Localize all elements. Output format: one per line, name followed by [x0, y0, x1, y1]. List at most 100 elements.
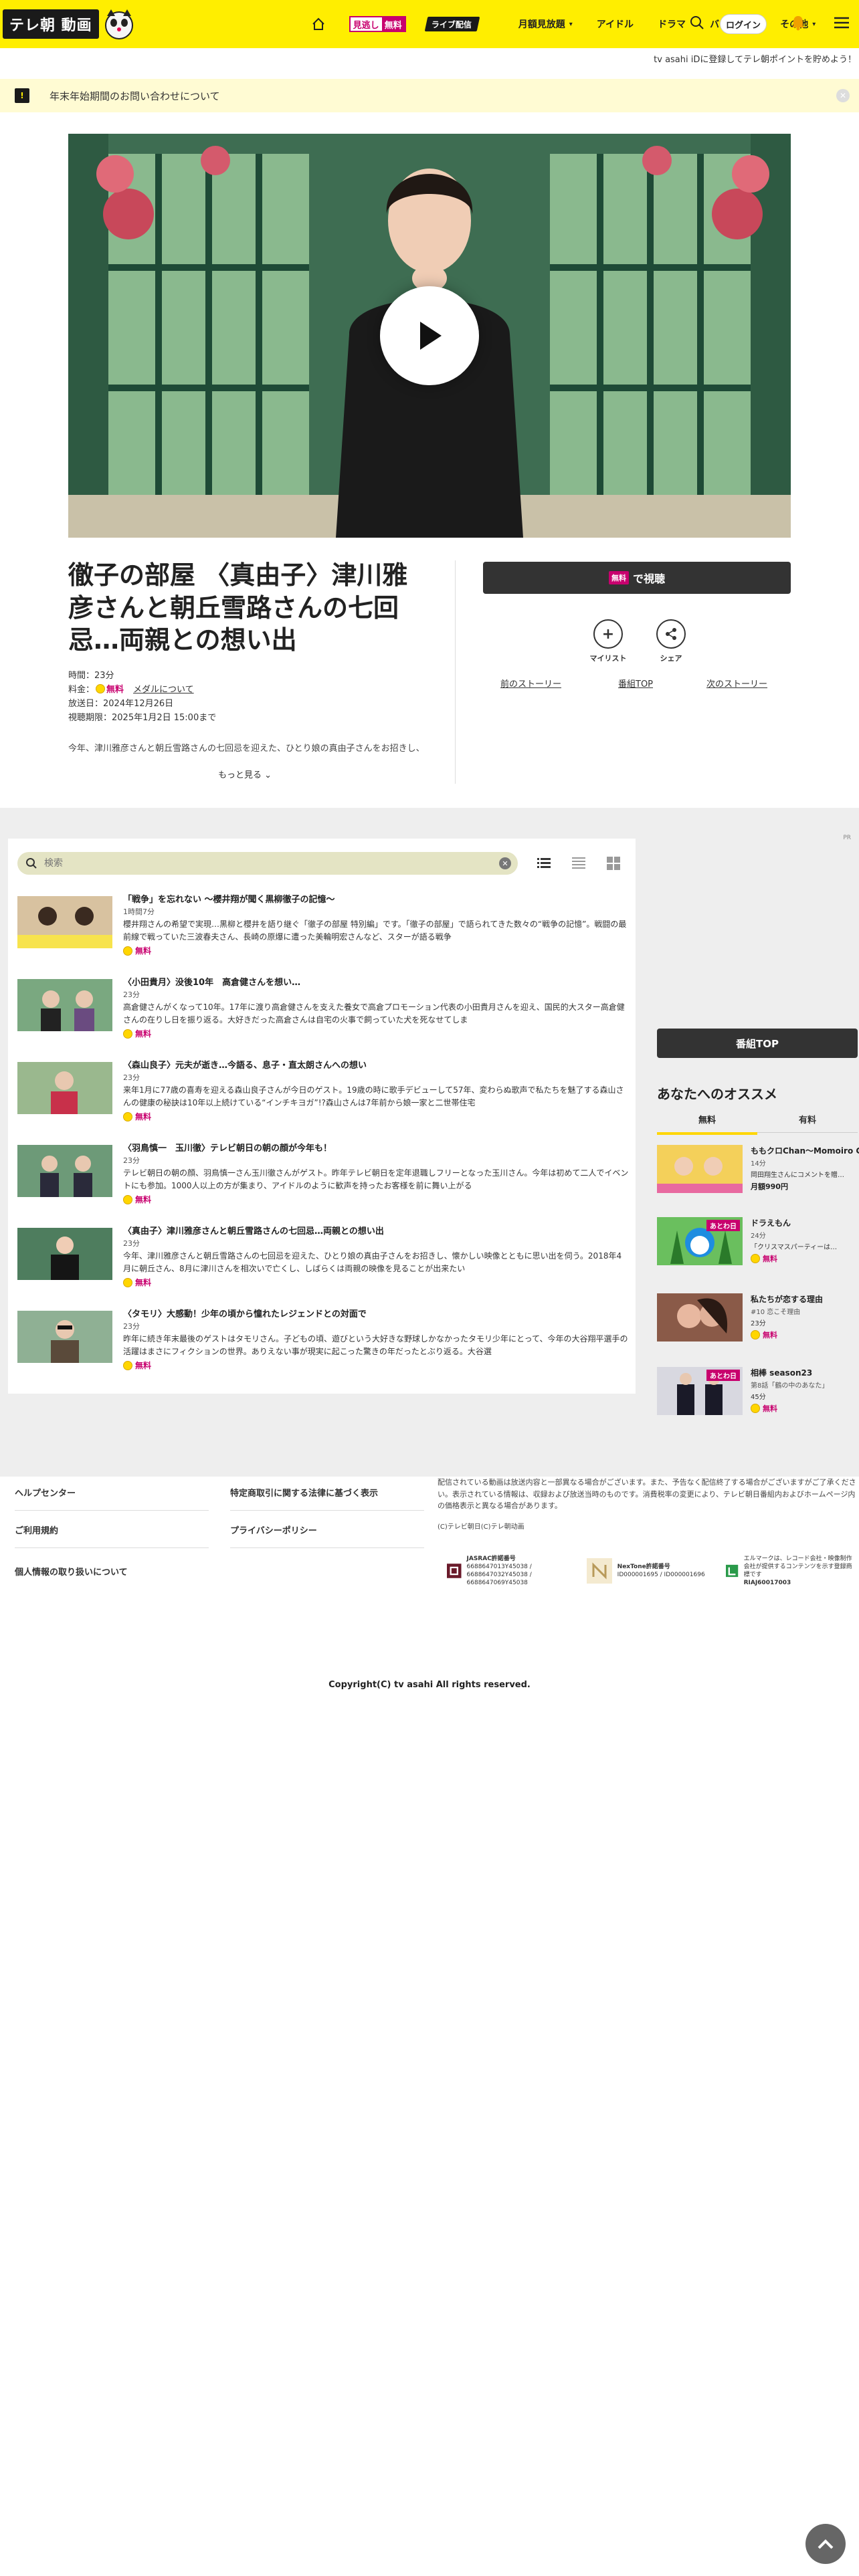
episode-thumbnail[interactable]	[17, 1145, 112, 1197]
recommendation-item[interactable]: あとわ日 相棒 season23 第8話「鶴の中のあなた」 45分 無料	[657, 1367, 858, 1420]
divider	[15, 1547, 209, 1548]
coin-icon	[123, 946, 132, 956]
more-button[interactable]: もっと見る ⌄	[218, 768, 272, 780]
login-button[interactable]: ログイン	[720, 14, 767, 34]
recommendation-price: 無料	[751, 1403, 859, 1414]
episode-row-title[interactable]: 「戦争」を忘れない ～櫻井翔が聞く黒柳徹子の記憶～	[123, 892, 629, 905]
recommendation-thumbnail: あとわ日	[657, 1367, 743, 1415]
coin-icon	[123, 1277, 132, 1287]
chevron-up-icon	[818, 2539, 834, 2549]
episode-row-title[interactable]: 〈森山良子〉元夫が逝き…今語る、息子・直太朗さんへの想い	[123, 1058, 629, 1071]
episode-thumbnail[interactable]	[17, 1062, 112, 1114]
commerce-law-link[interactable]: 特定商取引に関する法律に基づく表示	[230, 1486, 378, 1499]
compact-view-icon[interactable]	[571, 856, 586, 871]
notice-text[interactable]: 年末年始期間のお問い合わせについて	[50, 89, 220, 103]
prev-story-link[interactable]: 前のストーリー	[500, 677, 561, 689]
episode-row[interactable]: 〈タモリ〉大感動！少年の頃から憧れたレジェンドとの対面で 23分 昨年に続き年末…	[17, 1307, 629, 1374]
episode-row-summary: 高倉健さんがくなって10年。17年に渡り高倉健さんを支えた養女で高倉プロモーショ…	[123, 1002, 625, 1025]
recommendation-title: ももクロChan～Momoiro Clover Z Channel～	[751, 1146, 859, 1156]
live-badge[interactable]: ライブ配信	[424, 17, 480, 31]
recommendation-thumbnail: あとわ日	[657, 1217, 743, 1265]
tab-paid[interactable]: 有料	[757, 1113, 858, 1133]
episode-row-title[interactable]: 〈タモリ〉大感動！少年の頃から憧れたレジェンドとの対面で	[123, 1307, 629, 1319]
help-center-link[interactable]: ヘルプセンター	[15, 1486, 76, 1499]
episode-row-title[interactable]: 〈真由子〉津川雅彦さんと朝丘雪路さんの七回忌…両親との想い出	[123, 1224, 629, 1237]
home-icon[interactable]	[305, 11, 332, 37]
bell-icon[interactable]	[791, 15, 805, 33]
nextone-license: NexTone許諾番号 ID000001695 / ID000001696	[586, 1558, 717, 1584]
logo[interactable]: テレ朝 動画	[0, 0, 136, 48]
menu-icon[interactable]	[834, 16, 850, 32]
privacy-handling-link[interactable]: 個人情報の取り扱いについて	[15, 1565, 128, 1578]
play-icon	[420, 322, 442, 350]
episode-row-title[interactable]: 〈小田貴月〉没後10年 高倉健さんを想い…	[123, 975, 629, 988]
episode-row[interactable]: 「戦争」を忘れない ～櫻井翔が聞く黒柳徹子の記憶～ 1時間7分 櫻井翔さんの希望…	[17, 892, 629, 959]
list-view-icon[interactable]	[537, 856, 551, 871]
nav-idol[interactable]: アイドル	[597, 17, 634, 31]
episode-row[interactable]: 〈小田貴月〉没後10年 高倉健さんを想い… 23分 高倉健さんがくなって10年。…	[17, 975, 629, 1042]
search-bar[interactable]: ✕	[17, 852, 518, 875]
episode-row-price: 無料	[123, 1277, 629, 1288]
episode-thumbnail[interactable]	[17, 1228, 112, 1280]
share-icon	[656, 619, 686, 649]
notice-bar[interactable]: ! 年末年始期間のお問い合わせについて ✕	[0, 79, 859, 112]
coin-icon	[123, 1360, 132, 1370]
episode-meta: 時間：23分 料金： 無料 メダルについて 放送日：2024年12月26日 視聴期限…	[68, 669, 216, 725]
recommendation-item[interactable]: ももクロChan～Momoiro Clover Z Channel～ 14分 岡…	[657, 1145, 859, 1198]
search-input[interactable]	[43, 857, 444, 869]
episode-thumbnail[interactable]	[17, 979, 112, 1031]
episode-row-summary: 櫻井翔さんの希望で実現…黒柳と櫻井を語り継ぐ「徹子の部屋 特別編」です。「徹子の…	[123, 920, 627, 942]
tab-free[interactable]: 無料	[657, 1113, 757, 1135]
price-row: 料金： 無料 メダルについて	[68, 684, 194, 695]
divider	[455, 560, 456, 784]
license-box: JASRAC許諾番号 6688647013Y45038 / 6688647032Y…	[438, 1546, 856, 1596]
recommendation-episode: 第8話「鶴の中のあなた」	[751, 1382, 829, 1390]
search-icon[interactable]	[689, 15, 705, 33]
recommendation-item[interactable]: 私たちが恋する理由 #10 恋こそ理由 23分 無料	[657, 1293, 858, 1347]
episode-row-duration: 23分	[123, 1156, 140, 1165]
divider	[230, 1510, 424, 1511]
episode-thumbnail[interactable]	[17, 1311, 112, 1363]
episode-row-title[interactable]: 〈羽鳥慎一 玉川徹〉テレビ朝日の朝の顔が今年も！	[123, 1141, 629, 1154]
coin-icon	[751, 1254, 760, 1263]
expiry-tag: あとわ日	[706, 1370, 740, 1381]
notice-icon: !	[15, 88, 29, 103]
program-top-link[interactable]: 番組TOP	[618, 677, 653, 689]
privacy-policy-link[interactable]: プライバシーポリシー	[230, 1523, 317, 1536]
episode-row[interactable]: 〈真由子〉津川雅彦さんと朝丘雪路さんの七回忌…両親との想い出 23分 今年、津川…	[17, 1224, 629, 1291]
recommendation-thumbnail	[657, 1145, 743, 1193]
mascot-icon	[104, 9, 133, 39]
recommendation-duration: 24分	[751, 1232, 766, 1240]
l-mark-icon	[726, 1564, 739, 1578]
close-icon[interactable]: ✕	[836, 89, 850, 102]
recommendation-subtitle: 岡田翔生さんにコメントを贈…	[751, 1172, 844, 1179]
play-button[interactable]	[380, 286, 479, 385]
register-promo[interactable]: tv asahi iDに登録してテレ朝ポイントを貯めよう！	[654, 52, 856, 65]
program-top-button[interactable]: 番組TOP	[657, 1029, 858, 1058]
coin-link[interactable]: メダルについて	[133, 685, 194, 695]
terms-link[interactable]: ご利用規約	[15, 1523, 58, 1536]
nav-monthly[interactable]: 月額見放題 ▾	[518, 17, 573, 31]
episode-row-price: 無料	[123, 1360, 629, 1371]
watch-button[interactable]: 無料 で視聴	[483, 562, 791, 594]
recommendation-price: 無料	[751, 1253, 859, 1264]
clear-icon[interactable]: ✕	[499, 857, 511, 869]
next-story-link[interactable]: 次のストーリー	[706, 677, 767, 689]
nav-drama[interactable]: ドラマ	[658, 17, 686, 31]
nextone-logo-icon	[586, 1558, 612, 1584]
chevron-down-icon: ▾	[569, 20, 573, 28]
scroll-to-top-button[interactable]	[805, 2524, 846, 2564]
mylist-button[interactable]: + マイリスト	[585, 619, 632, 663]
recommendation-title: ドラえもん	[751, 1218, 791, 1228]
recommendations-title: あなたへのオススメ	[657, 1086, 777, 1102]
episode-row[interactable]: 〈森山良子〉元夫が逝き…今語る、息子・直太朗さんへの想い 23分 来年1月に77…	[17, 1058, 629, 1125]
share-button[interactable]: シェア	[648, 619, 694, 663]
free-catchup-badge[interactable]: 見逃し 無料	[349, 16, 406, 32]
episode-row[interactable]: 〈羽鳥慎一 玉川徹〉テレビ朝日の朝の顔が今年も！ 23分 テレビ朝日の朝の顔、羽…	[17, 1141, 629, 1208]
grid-view-icon[interactable]	[606, 856, 621, 871]
video-player[interactable]	[68, 134, 791, 538]
recommendation-item[interactable]: あとわ日 ドラえもん 24分 「クリスマスパーティーは… 無料	[657, 1217, 858, 1271]
episode-row-duration: 23分	[123, 1239, 140, 1248]
episode-thumbnail[interactable]	[17, 896, 112, 948]
recommendation-price: 無料	[751, 1329, 859, 1340]
